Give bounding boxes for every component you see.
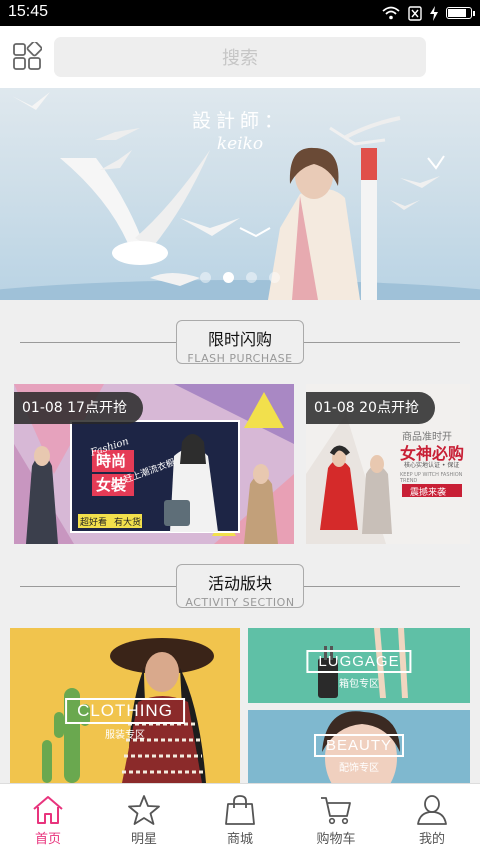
status-icons (382, 5, 475, 21)
tile-label-zh: 服装专区 (105, 730, 145, 741)
tile-label-en: BEAUTY (313, 734, 405, 757)
poster-cta: 震撼来袭 (410, 488, 447, 498)
star-icon (128, 795, 160, 825)
nav-item-home[interactable]: 首页 (0, 784, 96, 853)
bottom-nav: 首页 明星 商城 购物车 我的 (0, 783, 480, 853)
nav-item-cart[interactable]: 购物车 (288, 784, 384, 853)
tile-label-en: LUGGAGE (306, 650, 412, 673)
poster-tag-1: 超好看 (80, 518, 108, 528)
poster-en-text: KEEP UP WITCH FASHION TREND (400, 472, 463, 484)
sim-card-icon (408, 5, 422, 21)
tile-label-en: CLOTHING (65, 698, 185, 724)
nav-label: 明星 (130, 832, 157, 847)
nav-item-star[interactable]: 明星 (96, 784, 192, 853)
beauty-tile[interactable]: BEAUTY 配饰专区 (248, 710, 470, 783)
nav-label: 商城 (226, 832, 253, 847)
nav-label: 购物车 (316, 832, 356, 847)
luggage-tile[interactable]: LUGGAGE 箱包专区 (248, 628, 470, 703)
hero-banner[interactable]: 設計師： keiko (0, 88, 480, 300)
wifi-icon (382, 6, 400, 20)
section-subtitle: ACTIVITY SECTION (185, 596, 295, 609)
carousel-dots[interactable] (0, 272, 480, 283)
status-bar: 15:45 (0, 0, 480, 26)
section-subtitle: FLASH PURCHASE (187, 352, 293, 365)
poster-sub-text: 核心实地认证 • 保证 (404, 462, 460, 469)
nav-label: 我的 (418, 832, 445, 847)
shopping-bag-icon (225, 795, 255, 825)
tile-label-zh: 配饰专区 (338, 763, 379, 774)
poster-tag-2: 有大货 (114, 518, 142, 528)
nav-label: 首页 (34, 832, 61, 847)
flash-sale-card-1[interactable]: Fashion 時尚 女裝 赶上潮流衣橱 超好看 有大货 01-08 17点开抢 (14, 384, 294, 544)
user-icon (417, 795, 447, 825)
banner-subtitle: keiko (216, 134, 264, 154)
home-icon (33, 796, 63, 824)
section-title-box: 活动版块 ACTIVITY SECTION (176, 564, 304, 609)
flash-sale-card-2[interactable]: 商品准时开 女神必购 核心实地认证 • 保证 KEEP UP WITCH FAS… (306, 384, 470, 544)
carousel-dot[interactable] (269, 272, 280, 283)
poster-title-2: 女裝 (96, 476, 127, 494)
tile-label: LUGGAGE 箱包专区 (306, 650, 412, 690)
tile-label: CLOTHING 服装专区 (65, 698, 185, 741)
activity-section-header: 活动版块 ACTIVITY SECTION (0, 564, 480, 609)
search-input[interactable]: 搜索 (54, 37, 426, 77)
carousel-dot[interactable] (200, 272, 211, 283)
banner-title: 設計師： (191, 110, 288, 132)
section-title: 限时闪购 (207, 330, 272, 349)
nav-item-profile[interactable]: 我的 (384, 784, 480, 853)
nav-item-mall[interactable]: 商城 (192, 784, 288, 853)
tile-label-zh: 箱包专区 (339, 679, 379, 690)
category-grid-icon[interactable] (12, 42, 42, 72)
flash-sale-time-badge: 01-08 20点开抢 (306, 392, 435, 424)
flash-purchase-header: 限时闪购 FLASH PURCHASE (0, 320, 480, 365)
section-title: 活动版块 (207, 574, 272, 593)
section-title-box: 限时闪购 FLASH PURCHASE (176, 320, 304, 365)
poster-title-1: 時尚 (96, 452, 127, 470)
carousel-dot[interactable] (246, 272, 257, 283)
battery-level (448, 9, 466, 17)
charging-icon (430, 5, 438, 21)
battery-icon (446, 7, 475, 19)
flash-sale-time-badge: 01-08 17点开抢 (14, 392, 143, 424)
status-time: 15:45 (8, 3, 49, 20)
tile-label: BEAUTY 配饰专区 (313, 734, 405, 774)
clothing-tile[interactable]: CLOTHING 服装专区 (10, 628, 240, 783)
carousel-dot[interactable] (223, 272, 234, 283)
cart-icon (321, 797, 351, 825)
search-placeholder: 搜索 (222, 48, 258, 69)
top-bar: 搜索 (0, 26, 480, 88)
